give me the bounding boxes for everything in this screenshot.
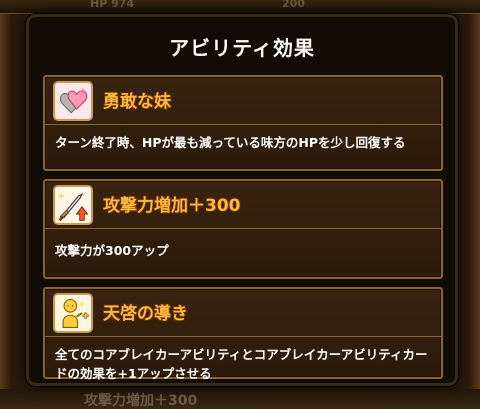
background-hp-text: HP 974 xyxy=(90,0,135,10)
background-status-bar: HP 974 200 xyxy=(0,0,480,14)
ability-description: 全てのコアブレイカーアビリティとコアブレイカーアビリティカードの効果を+1アップ… xyxy=(55,347,428,381)
background-right-frame xyxy=(468,14,480,389)
ability-card-header: 天啓の導き xyxy=(45,289,441,337)
background-bottom-bar: 攻撃力増加＋300 xyxy=(0,389,480,409)
ability-card-header: 攻撃力増加＋300 xyxy=(45,181,441,229)
ability-card-attack-up[interactable]: 攻撃力増加＋300 攻撃力が300アップ xyxy=(43,179,443,279)
ability-card-divine-guidance[interactable]: 天啓の導き 全てのコアブレイカーアビリティとコアブレイカーアビリティカードの効果… xyxy=(43,287,443,381)
background-ability-text: 攻撃力増加＋300 xyxy=(84,393,198,409)
heart-icon xyxy=(53,81,93,121)
background-value-text: 200 xyxy=(282,0,305,10)
dialog-title: アビリティ効果 xyxy=(169,36,315,60)
guide-figure-icon xyxy=(53,293,93,333)
ability-card-brave-sister[interactable]: 勇敢な妹 ターン終了時、HPが最も減っている味方のHPを少し回復する xyxy=(43,75,443,171)
ability-effect-dialog: アビリティ効果 勇敢な妹 ターン終了時、HPが最も減っている味方のHPを少し回復… xyxy=(26,14,458,386)
ability-name: 勇敢な妹 xyxy=(103,92,171,112)
sword-attack-up-icon xyxy=(53,185,93,225)
background-left-frame xyxy=(0,14,12,389)
ability-name: 天啓の導き xyxy=(103,304,188,324)
ability-description: 攻撃力が300アップ xyxy=(55,243,169,258)
ability-description: ターン終了時、HPが最も減っている味方のHPを少し回復する xyxy=(55,135,406,150)
ability-card-header: 勇敢な妹 xyxy=(45,77,441,125)
ability-name: 攻撃力増加＋300 xyxy=(103,196,241,216)
